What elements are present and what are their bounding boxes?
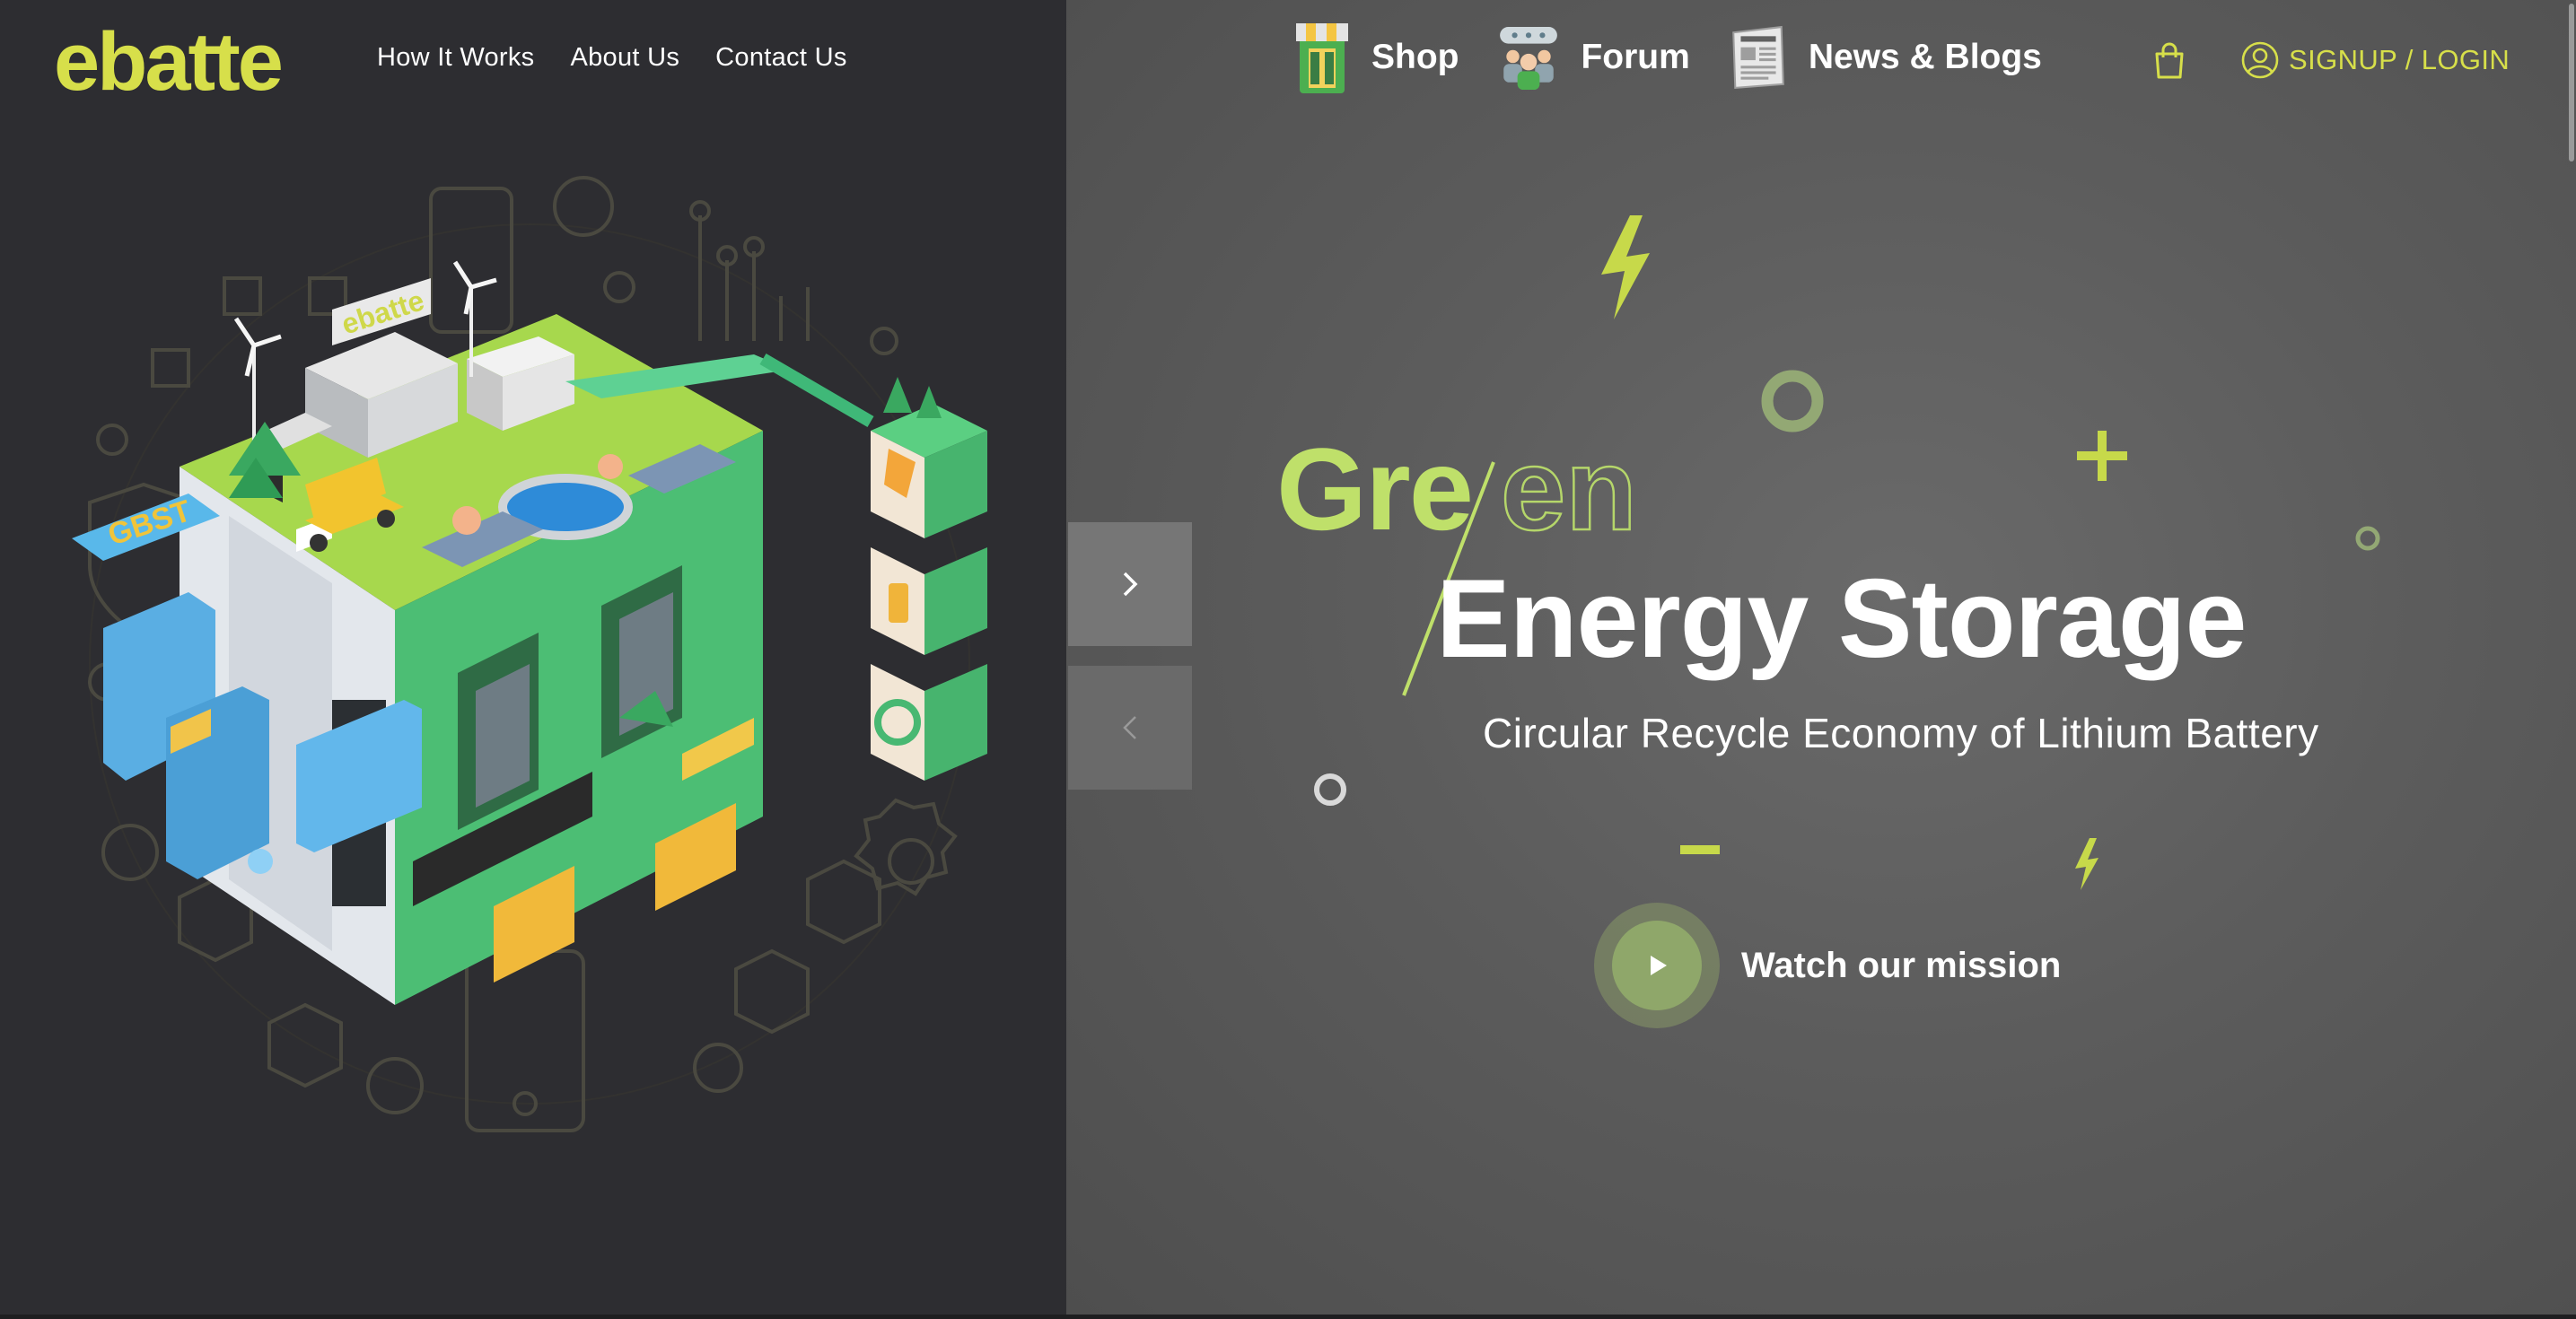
carousel-next-button[interactable] [1068, 522, 1192, 646]
watch-mission-button[interactable]: Watch our mission [1594, 903, 2061, 1028]
page-scrollbar[interactable] [2567, 0, 2576, 1319]
nav-how-it-works[interactable]: How It Works [377, 43, 534, 73]
chevron-right-icon [1123, 572, 1138, 597]
nav-shop[interactable]: Shop [1294, 20, 1459, 95]
green-building-block [180, 314, 763, 1005]
hero-word-green-filled: Gre [1276, 424, 1474, 555]
forum-icon [1500, 27, 1558, 90]
bottom-strip [0, 1315, 2576, 1319]
lightning-bolt-icon [1601, 215, 1650, 319]
nav-forum-label: Forum [1581, 38, 1690, 76]
cart-button[interactable] [2152, 41, 2186, 79]
minus-decoration [1680, 845, 1720, 854]
scrollbar-thumb[interactable] [2569, 4, 2574, 162]
plus-decoration [2077, 431, 2127, 481]
nav-contact-us[interactable]: Contact Us [715, 43, 846, 73]
shop-icon [1296, 23, 1348, 93]
side-cubes [871, 377, 987, 781]
carousel-prev-button[interactable] [1068, 666, 1192, 790]
small-lightning-icon [2075, 838, 2098, 890]
ebatte-logo[interactable]: ebatte [54, 16, 328, 108]
building-logo-text: ebatte [337, 284, 428, 340]
ring-decoration-large [1761, 370, 1824, 432]
user-circle-icon [2241, 41, 2279, 79]
primary-nav: How It Works About Us Contact Us [377, 43, 847, 73]
nav-news-blogs-label: News & Blogs [1808, 38, 2042, 76]
chevron-left-icon [1123, 716, 1136, 739]
ring-decoration-white [1314, 773, 1346, 806]
isometric-city-illustration: ebatte GBST [72, 176, 987, 1132]
hero-subtitle: Circular Recycle Economy of Lithium Batt… [1483, 710, 2319, 756]
signup-login-button[interactable]: SIGNUP / LOGIN [2240, 39, 2510, 81]
newspaper-icon [1731, 25, 1784, 90]
top-nav: Shop Forum News & Blogs [1294, 20, 2081, 95]
nav-news-blogs[interactable]: News & Blogs [1730, 25, 2042, 90]
ring-decoration-small [2355, 526, 2380, 551]
nav-forum[interactable]: Forum [1498, 25, 1690, 90]
watch-mission-label: Watch our mission [1741, 945, 2062, 985]
nav-shop-label: Shop [1371, 38, 1459, 76]
logo-wordmark: ebatte [54, 20, 282, 100]
play-button-halo [1594, 903, 1720, 1028]
hero-word-green-outline: en [1500, 424, 1638, 555]
play-button[interactable] [1612, 921, 1702, 1010]
shopping-bag-icon [2155, 42, 2184, 79]
nav-about-us[interactable]: About Us [570, 43, 679, 73]
hero-title: Energy Storage [1436, 557, 2247, 681]
signup-login-label: SIGNUP / LOGIN [2289, 44, 2510, 75]
play-icon [1651, 956, 1667, 975]
